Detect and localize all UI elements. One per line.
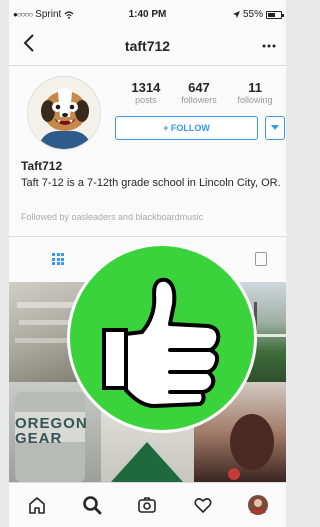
app-frame: ●○○○○ Sprint 1:40 PM 55% taft712 1314 po… xyxy=(9,0,286,527)
stat-count: 1314 xyxy=(131,80,161,95)
camera-icon xyxy=(138,497,157,513)
profile-avatar xyxy=(248,495,269,515)
follow-label: + FOLLOW xyxy=(163,123,210,133)
stat-count: 11 xyxy=(248,80,262,95)
bottom-nav xyxy=(9,482,286,527)
suggested-dropdown-button[interactable] xyxy=(265,116,285,140)
nav-activity[interactable] xyxy=(189,491,217,519)
stat-label: posts xyxy=(135,95,157,105)
tagged-tab-icon[interactable] xyxy=(255,252,267,266)
profile-bio: Taft 7-12 is a 7-12th grade school in Li… xyxy=(21,177,281,189)
location-arrow-icon xyxy=(232,11,240,18)
nav-home[interactable] xyxy=(23,491,51,519)
triangle-down-icon xyxy=(271,125,279,130)
stat-followers[interactable]: 647 followers xyxy=(181,80,217,105)
more-options-button[interactable] xyxy=(262,35,276,51)
home-icon xyxy=(28,497,45,514)
stat-count: 647 xyxy=(188,80,210,95)
stat-posts[interactable]: 1314 posts xyxy=(131,80,160,105)
heart-icon xyxy=(194,498,212,513)
status-bar: ●○○○○ Sprint 1:40 PM 55% xyxy=(9,0,286,26)
profile-stats: 1314 posts 647 followers 11 following xyxy=(121,80,283,105)
page-title: taft712 xyxy=(124,38,171,54)
nav-profile[interactable] xyxy=(244,491,272,519)
thumbs-up-badge xyxy=(67,243,257,433)
nav-search[interactable] xyxy=(78,491,106,519)
grid-view-tab-icon[interactable] xyxy=(52,253,64,265)
profile-avatar[interactable] xyxy=(27,76,101,150)
battery-percent: 55% xyxy=(242,9,263,20)
profile-header: taft712 xyxy=(9,26,286,66)
followed-by-text[interactable]: Followed by oasleaders and blackboardmus… xyxy=(21,212,283,222)
follow-button[interactable]: + FOLLOW xyxy=(115,116,258,140)
stat-following[interactable]: 11 following xyxy=(238,80,273,105)
thumbs-up-icon xyxy=(102,277,221,408)
stat-label: following xyxy=(237,95,273,105)
mascot-avatar-image xyxy=(28,77,100,149)
nav-camera[interactable] xyxy=(133,491,161,519)
profile-name: Taft712 xyxy=(21,159,63,173)
status-right: 55% xyxy=(232,9,284,20)
stat-label: followers xyxy=(181,95,217,105)
more-horizontal-icon xyxy=(262,44,276,48)
battery-icon xyxy=(266,10,284,19)
search-icon xyxy=(83,496,102,515)
